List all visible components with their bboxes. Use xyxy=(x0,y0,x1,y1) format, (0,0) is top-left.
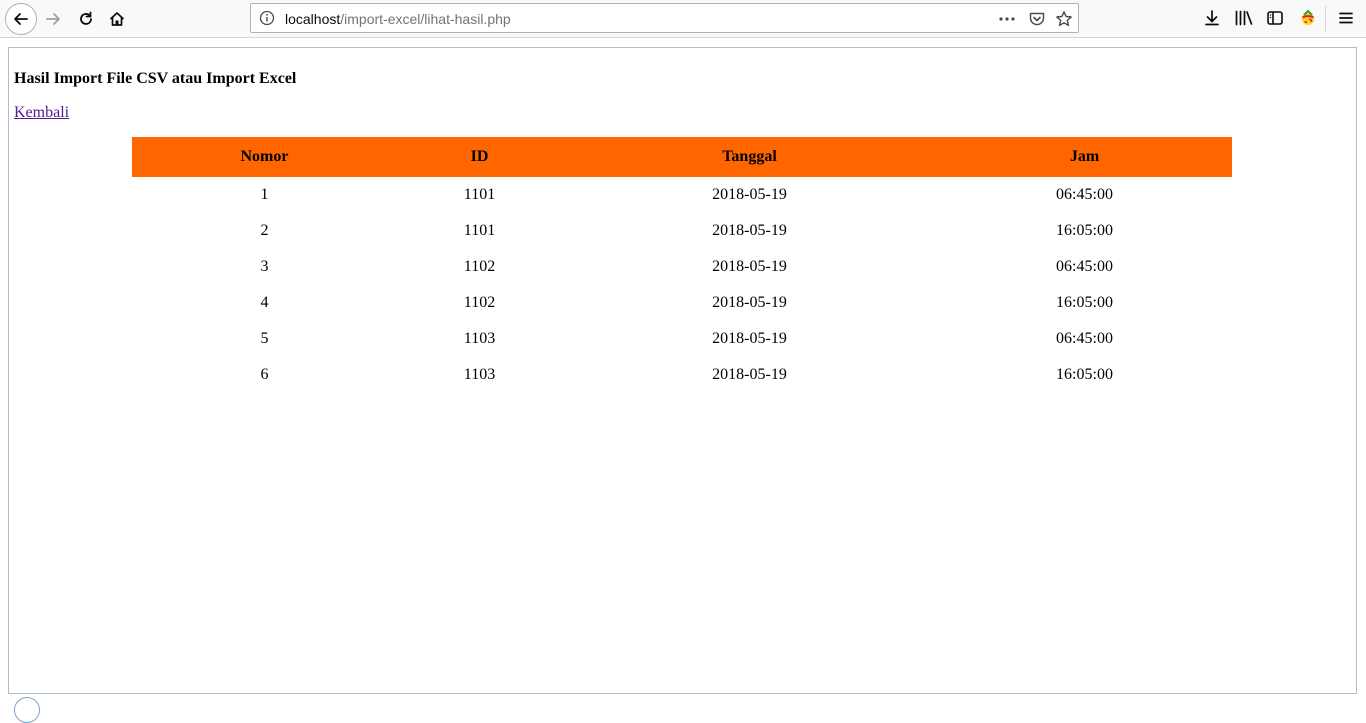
column-header-jam: Jam xyxy=(937,137,1232,177)
table-header-row: Nomor ID Tanggal Jam xyxy=(132,137,1232,177)
cell-id: 1102 xyxy=(463,294,496,311)
column-header-id: ID xyxy=(397,137,562,177)
back-link[interactable]: Kembali xyxy=(14,104,69,122)
cell-nomor: 5 xyxy=(260,330,269,347)
cell-jam: 16:05:00 xyxy=(1056,294,1113,311)
sidebar-icon[interactable] xyxy=(1265,8,1285,28)
cell-tanggal: 2018-05-19 xyxy=(712,366,787,383)
reload-icon xyxy=(80,11,92,25)
cell-jam: 16:05:00 xyxy=(1056,366,1113,383)
home-button[interactable] xyxy=(102,4,132,34)
cell-nomor: 2 xyxy=(260,222,269,239)
column-header-nomor: Nomor xyxy=(132,137,397,177)
cell-tanggal: 2018-05-19 xyxy=(712,186,787,203)
table-row: 2 1101 2018-05-19 16:05:00 xyxy=(132,213,1232,249)
address-bar[interactable]: localhost/import-excel/lihat-hasil.php xyxy=(250,3,1079,33)
table-row: 6 1103 2018-05-19 16:05:00 xyxy=(132,357,1232,393)
cell-jam: 06:45:00 xyxy=(1056,186,1113,203)
table-row: 1 1101 2018-05-19 06:45:00 xyxy=(132,177,1232,213)
cell-tanggal: 2018-05-19 xyxy=(712,222,787,239)
home-icon xyxy=(109,12,125,26)
cell-jam: 06:45:00 xyxy=(1056,258,1113,275)
cell-tanggal: 2018-05-19 xyxy=(712,258,787,275)
cell-id: 1103 xyxy=(463,330,496,347)
page-frame: Hasil Import File CSV atau Import Excel … xyxy=(8,47,1357,694)
table-row: 4 1102 2018-05-19 16:05:00 xyxy=(132,285,1232,321)
cell-id: 1103 xyxy=(463,366,496,383)
url-path: /import-excel/lihat-hasil.php xyxy=(340,11,511,27)
hamburger-menu-icon[interactable] xyxy=(1336,8,1356,28)
star-icon[interactable] xyxy=(1055,10,1073,28)
toolbar-separator xyxy=(1325,6,1326,32)
pocket-icon[interactable] xyxy=(1028,10,1046,28)
back-button[interactable] xyxy=(5,3,37,35)
cell-nomor: 4 xyxy=(260,294,269,311)
cell-jam: 06:45:00 xyxy=(1056,330,1113,347)
url-text[interactable]: localhost/import-excel/lihat-hasil.php xyxy=(285,11,511,27)
forward-arrow-icon xyxy=(46,13,60,25)
forward-button[interactable] xyxy=(38,4,68,34)
download-icon[interactable] xyxy=(1202,8,1222,28)
cell-nomor: 3 xyxy=(260,258,269,275)
table-row: 5 1103 2018-05-19 06:45:00 xyxy=(132,321,1232,357)
cell-nomor: 1 xyxy=(260,186,269,203)
reload-button[interactable] xyxy=(71,4,101,34)
cell-id: 1101 xyxy=(463,222,496,239)
extension-icon[interactable] xyxy=(1298,8,1318,28)
more-horizontal-icon[interactable] xyxy=(998,10,1016,28)
table-row: 3 1102 2018-05-19 06:45:00 xyxy=(132,249,1232,285)
cell-id: 1101 xyxy=(463,186,496,203)
browser-toolbar: localhost/import-excel/lihat-hasil.php xyxy=(0,0,1366,38)
page-title: Hasil Import File CSV atau Import Excel xyxy=(14,70,297,87)
library-icon[interactable] xyxy=(1234,8,1254,28)
cell-jam: 16:05:00 xyxy=(1056,222,1113,239)
cell-tanggal: 2018-05-19 xyxy=(712,330,787,347)
column-header-tanggal: Tanggal xyxy=(562,137,937,177)
back-arrow-icon xyxy=(14,13,28,25)
info-icon[interactable] xyxy=(259,10,275,26)
url-host: localhost xyxy=(285,11,341,27)
results-table: Nomor ID Tanggal Jam 1 1101 2018-05-19 0… xyxy=(132,137,1232,393)
cell-nomor: 6 xyxy=(260,366,269,383)
cell-tanggal: 2018-05-19 xyxy=(712,294,787,311)
cell-id: 1102 xyxy=(463,258,496,275)
